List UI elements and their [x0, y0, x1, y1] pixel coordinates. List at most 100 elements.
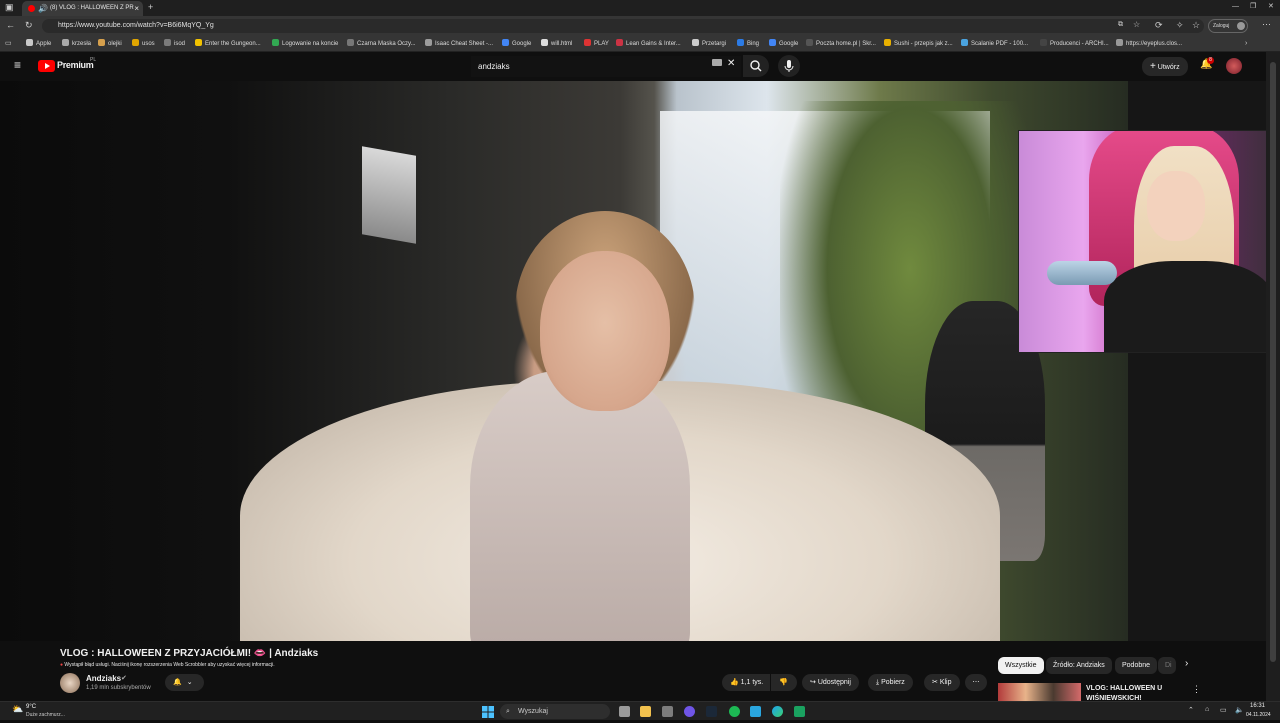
bookmark-item[interactable]: usos	[132, 36, 155, 51]
taskbar-search[interactable]: ⌕ Wyszukaj	[500, 704, 610, 719]
scrollbar-thumb[interactable]	[1270, 62, 1276, 662]
volume-icon[interactable]: 🔈	[1235, 706, 1244, 714]
dislike-button[interactable]: 👎	[771, 674, 797, 691]
bookmark-item[interactable]: Poczta home.pl | Skr...	[806, 36, 876, 51]
create-button[interactable]: + Utwórz	[1142, 57, 1188, 76]
bookmark-item[interactable]: Lean Gains & Inter...	[616, 36, 681, 51]
page-scrollbar[interactable]	[1266, 52, 1280, 701]
recommended-title[interactable]: VLOG: HALLOWEEN U WIŚNIEWSKICH!	[1086, 684, 1176, 700]
facecam-face	[1147, 171, 1205, 241]
tab-actions-icon[interactable]: ▣	[5, 3, 14, 12]
channel-name[interactable]: Andziaks	[86, 674, 121, 683]
like-button[interactable]: 👍 1,1 tys.	[722, 674, 770, 691]
chat-app-icon[interactable]	[794, 706, 805, 717]
speaker-icon[interactable]: 🔊	[38, 1, 48, 16]
recommended-thumbnail[interactable]	[998, 683, 1081, 701]
profile-button[interactable]: Zaloguj	[1208, 19, 1248, 33]
taskbar-search-placeholder: Wyszukaj	[518, 708, 548, 715]
calculator-icon[interactable]	[662, 706, 673, 717]
clip-button[interactable]: ✂ Klip	[924, 674, 960, 691]
bookmark-item[interactable]: isod	[164, 36, 185, 51]
steam-icon[interactable]	[706, 706, 717, 717]
maximize-icon[interactable]: ❐	[1250, 3, 1256, 10]
more-actions-button[interactable]: ⋯	[965, 674, 987, 691]
edge-browser-icon[interactable]	[772, 706, 783, 717]
bookmark-item[interactable]: Czarna Maska Oczy...	[347, 36, 416, 51]
chips-next-icon[interactable]: ›	[1185, 658, 1188, 669]
bookmark-item[interactable]: Sushi - przepis jak z...	[884, 36, 953, 51]
bookmark-item[interactable]: Producenci - ARCHI...	[1040, 36, 1109, 51]
clear-search-icon[interactable]: ✕	[727, 58, 735, 69]
bookmark-item[interactable]: olejki	[98, 36, 122, 51]
channel-avatar[interactable]	[60, 673, 80, 693]
weather-icon[interactable]: ⛅	[12, 704, 23, 715]
bookmark-item[interactable]: Google	[502, 36, 531, 51]
store-icon[interactable]	[750, 706, 761, 717]
task-view-icon[interactable]	[619, 706, 630, 717]
minimize-icon[interactable]: —	[1232, 3, 1239, 10]
youtube-logo-icon[interactable]	[38, 60, 55, 72]
bookmark-label: Poczta home.pl | Skr...	[816, 41, 876, 47]
reload-icon[interactable]: ↻	[25, 21, 33, 30]
address-bar[interactable]: https://www.youtube.com/watch?v=B6i6MqYQ…	[42, 19, 1204, 33]
display-icon[interactable]: ▭	[1220, 706, 1227, 714]
bookmark-item[interactable]: https://eyeplus.clos...	[1116, 36, 1182, 51]
bookmark-item[interactable]: Enter the Gungeon...	[195, 36, 261, 51]
bookmark-item[interactable]: will.html	[541, 36, 572, 51]
bookmark-item[interactable]: Scalanie PDF - 100...	[961, 36, 1028, 51]
extensions-icon[interactable]: ⟳	[1155, 21, 1163, 30]
chip-all[interactable]: Wszystkie	[998, 657, 1044, 674]
file-explorer-icon[interactable]	[640, 706, 651, 717]
keyboard-icon[interactable]	[712, 59, 722, 66]
tab-close-icon[interactable]: ×	[134, 1, 139, 16]
bookmark-item[interactable]: Przetargi	[692, 36, 726, 51]
share-button[interactable]: ↪ Udostępnij	[802, 674, 859, 691]
search-input[interactable]: andziaks	[471, 56, 741, 77]
puzzle-icon[interactable]: ✧	[1176, 21, 1184, 30]
bookmark-favicon-icon	[347, 39, 354, 46]
start-button[interactable]	[482, 705, 494, 723]
hamburger-menu-icon[interactable]: ≡	[14, 58, 21, 72]
subscribed-bell-button[interactable]: 🔔 ⌄	[165, 674, 204, 691]
scrobbler-warning: ● Wystąpił błąd usługi. Naciśnij ikonę r…	[60, 662, 275, 668]
verified-icon: ✔	[121, 675, 127, 682]
bookmark-item[interactable]: Google	[769, 36, 798, 51]
bookmarks-icon[interactable]: ▭	[5, 40, 12, 47]
bookmark-item[interactable]: Apple	[26, 36, 51, 51]
video-player[interactable]	[0, 81, 1128, 641]
more-menu-icon[interactable]: ⋯	[1262, 20, 1271, 29]
search-button[interactable]	[743, 55, 769, 77]
chip-from-channel[interactable]: Źródło: Andziaks	[1046, 657, 1112, 674]
bookmark-item[interactable]: PLAY	[584, 36, 609, 51]
chip-related[interactable]: Podobne	[1115, 657, 1158, 674]
spotify-icon[interactable]	[729, 706, 740, 717]
clock-time[interactable]: 16:31	[1250, 703, 1265, 709]
download-button[interactable]: ⤓ Pobierz	[868, 674, 913, 691]
new-tab-button[interactable]: +	[148, 3, 153, 12]
tray-overflow-icon[interactable]: ⌃	[1188, 706, 1194, 714]
browser-tab-strip: ▣ 🔊 (8) VLOG : HALLOWEEN Z PR × + — ❐ ✕	[0, 0, 1280, 16]
voice-search-button[interactable]	[778, 55, 800, 77]
scrobbler-warning-text: Wystąpił błąd usługi. Naciśnij ikonę roz…	[64, 662, 275, 668]
share-label: Udostępnij	[817, 679, 851, 686]
clock-date[interactable]: 04.11.2024	[1246, 712, 1271, 718]
bookmark-item[interactable]: Bing	[737, 36, 759, 51]
network-icon[interactable]: ⌂	[1205, 706, 1209, 713]
bookmark-favicon-icon	[62, 39, 69, 46]
facecam-body	[1104, 261, 1274, 352]
bookmarks-overflow-icon[interactable]: ›	[1245, 40, 1247, 47]
bookmark-item[interactable]: Isaac Cheat Sheet -...	[425, 36, 493, 51]
bookmark-item[interactable]: Logowanie na koncie	[272, 36, 338, 51]
back-icon[interactable]: ←	[6, 21, 15, 30]
recommended-menu-icon[interactable]: ⋮	[1192, 684, 1201, 695]
star-icon[interactable]: ☆	[1133, 21, 1140, 29]
account-avatar[interactable]	[1226, 58, 1242, 74]
bookmark-item[interactable]: krzesła	[62, 36, 91, 51]
discord-icon[interactable]	[684, 706, 695, 717]
favorites-icon[interactable]: ☆	[1192, 21, 1200, 30]
chip-truncated[interactable]: Di	[1158, 657, 1176, 674]
browser-tab-active[interactable]: 🔊 (8) VLOG : HALLOWEEN Z PR ×	[22, 1, 143, 16]
bookmark-favicon-icon	[98, 39, 105, 46]
close-window-icon[interactable]: ✕	[1268, 3, 1274, 10]
translate-icon[interactable]: ⧉	[1118, 21, 1123, 28]
